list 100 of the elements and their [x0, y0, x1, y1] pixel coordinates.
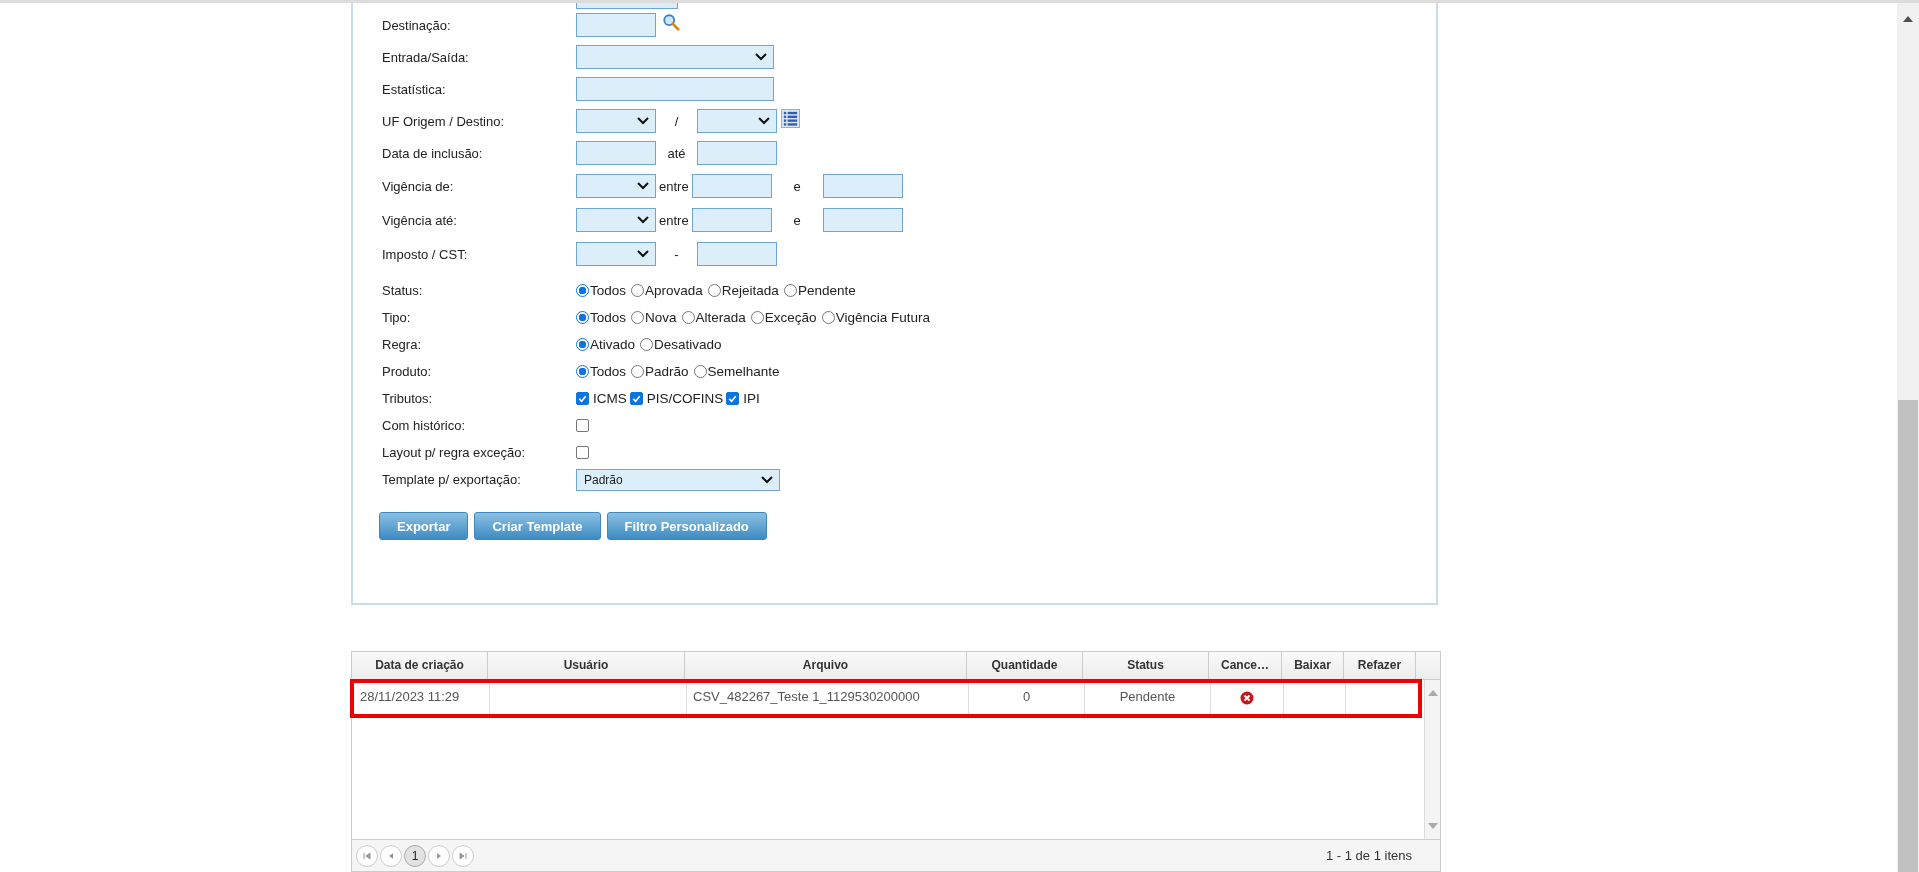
dropdown[interactable] [576, 242, 656, 266]
option-label[interactable]: Ativado [590, 337, 636, 352]
scroll-up-icon[interactable] [1903, 16, 1913, 22]
field-label: Status: [382, 283, 424, 298]
table-cell: 28/11/2023 11:29 [360, 689, 460, 704]
last-page-button[interactable] [452, 844, 474, 867]
field-label: Produto: [382, 364, 433, 379]
column-header[interactable]: Refazer [1344, 652, 1416, 679]
field-label: Com histórico: [382, 418, 467, 433]
option-label[interactable]: PIS/COFINS [646, 391, 724, 406]
field-label: Tipo: [382, 310, 412, 325]
table-cell: 0 [1022, 689, 1031, 704]
checkbox[interactable] [629, 392, 643, 405]
list-icon[interactable] [781, 109, 800, 128]
option-label[interactable]: Semelhante [707, 364, 780, 379]
field-label: Layout p/ regra exceção: [382, 445, 527, 460]
column-header[interactable]: Quantidade [967, 652, 1083, 679]
chevron-down-icon [761, 475, 773, 484]
field-label: Vigência de: [382, 178, 455, 194]
separator-text: entre [658, 212, 690, 228]
table-row[interactable]: 28/11/2023 11:29 CSV_482267_Teste 1_1129530200000 0 Pendente [350, 679, 1422, 718]
first-page-button[interactable] [356, 844, 378, 867]
radio-button[interactable] [576, 338, 589, 351]
chevron-down-icon [637, 216, 649, 224]
field-label: Tributos: [382, 391, 434, 406]
option-label[interactable]: ICMS [593, 391, 627, 406]
option-label[interactable]: Alterada [695, 310, 746, 325]
input-field[interactable] [576, 3, 678, 9]
cancel-icon[interactable] [1240, 690, 1254, 705]
column-header[interactable]: Status [1083, 652, 1209, 679]
chevron-down-icon [637, 182, 649, 190]
table-cell: CSV_482267_Teste 1_1129530200000 [693, 689, 920, 704]
checkbox[interactable] [726, 392, 740, 405]
field-label: Vigência até: [382, 212, 458, 228]
pager-summary: 1 - 1 de 1 itens [1326, 848, 1413, 863]
scroll-thumb[interactable] [1898, 400, 1918, 872]
separator-text: até [666, 145, 687, 161]
option-label[interactable]: Desativado [654, 337, 722, 352]
page-button[interactable]: 1 [404, 844, 426, 867]
input-field[interactable] [697, 242, 777, 266]
input-field[interactable] [822, 208, 903, 232]
separator-text: e [792, 178, 802, 194]
option-label[interactable]: Pendente [797, 283, 856, 298]
dropdown[interactable]: Padrão [576, 468, 780, 491]
scrollbar[interactable] [1897, 3, 1919, 872]
option-label[interactable]: IPI [743, 391, 760, 406]
radio-button[interactable] [576, 284, 589, 297]
dropdown[interactable] [576, 174, 656, 198]
option-label[interactable]: Todos [590, 283, 627, 298]
column-header[interactable]: Usuário [488, 652, 685, 679]
option-label[interactable]: Rejeitada [721, 283, 779, 298]
separator-text: - [673, 246, 680, 262]
input-field[interactable] [697, 141, 777, 165]
dropdown[interactable] [576, 45, 774, 69]
first-page-icon [363, 851, 371, 860]
field-label: Regra: [382, 337, 423, 352]
field-label: Template p/ exportação: [382, 472, 522, 487]
option-label[interactable]: Vigência Futura [835, 310, 930, 325]
column-header[interactable]: Cance… [1209, 652, 1282, 679]
table-cell: Pendente [1119, 689, 1176, 704]
checkbox[interactable] [576, 419, 589, 432]
field-label: Imposto / CST: [382, 246, 469, 262]
previous-page-button[interactable] [380, 844, 402, 867]
chevron-down-icon [637, 117, 649, 125]
option-label[interactable]: Aprovada [645, 283, 703, 298]
field-label: Estatística: [382, 81, 447, 97]
column-header[interactable]: Baixar [1282, 652, 1344, 679]
radio-button[interactable] [576, 311, 589, 324]
field-label: UF Origem / Destino: [382, 113, 506, 129]
option-label[interactable]: Nova [645, 310, 677, 325]
input-field[interactable] [576, 13, 656, 37]
option-label[interactable]: Exceção [764, 310, 817, 325]
input-field[interactable] [576, 141, 656, 165]
radio-button[interactable] [576, 365, 589, 378]
option-label[interactable]: Todos [590, 364, 627, 379]
input-field[interactable] [576, 77, 774, 101]
option-label[interactable]: Padrão [645, 364, 689, 379]
scroll-down-icon[interactable] [1427, 823, 1438, 829]
field-label: Entrada/Saída: [382, 49, 470, 65]
next-icon [435, 851, 443, 860]
chevron-down-icon [755, 53, 767, 61]
search-icon[interactable] [662, 13, 680, 31]
input-field[interactable] [691, 208, 772, 232]
input-field[interactable] [822, 174, 903, 198]
dropdown[interactable] [576, 109, 656, 133]
checkbox[interactable] [576, 446, 589, 459]
field-label: Data de inclusão: [382, 145, 484, 161]
column-header[interactable]: Data de criação [352, 652, 488, 679]
checkbox[interactable] [576, 392, 589, 405]
separator-text: e [792, 212, 802, 228]
dropdown[interactable] [576, 208, 656, 232]
option-label[interactable]: Todos [590, 310, 627, 325]
chevron-down-icon [758, 117, 770, 125]
dropdown[interactable] [697, 109, 777, 133]
input-field[interactable] [691, 174, 772, 198]
scrollbar[interactable] [1424, 680, 1440, 839]
next-page-button[interactable] [428, 844, 450, 867]
separator-text: entre [658, 178, 690, 194]
column-header[interactable]: Arquivo [685, 652, 967, 679]
last-page-icon [459, 851, 467, 860]
